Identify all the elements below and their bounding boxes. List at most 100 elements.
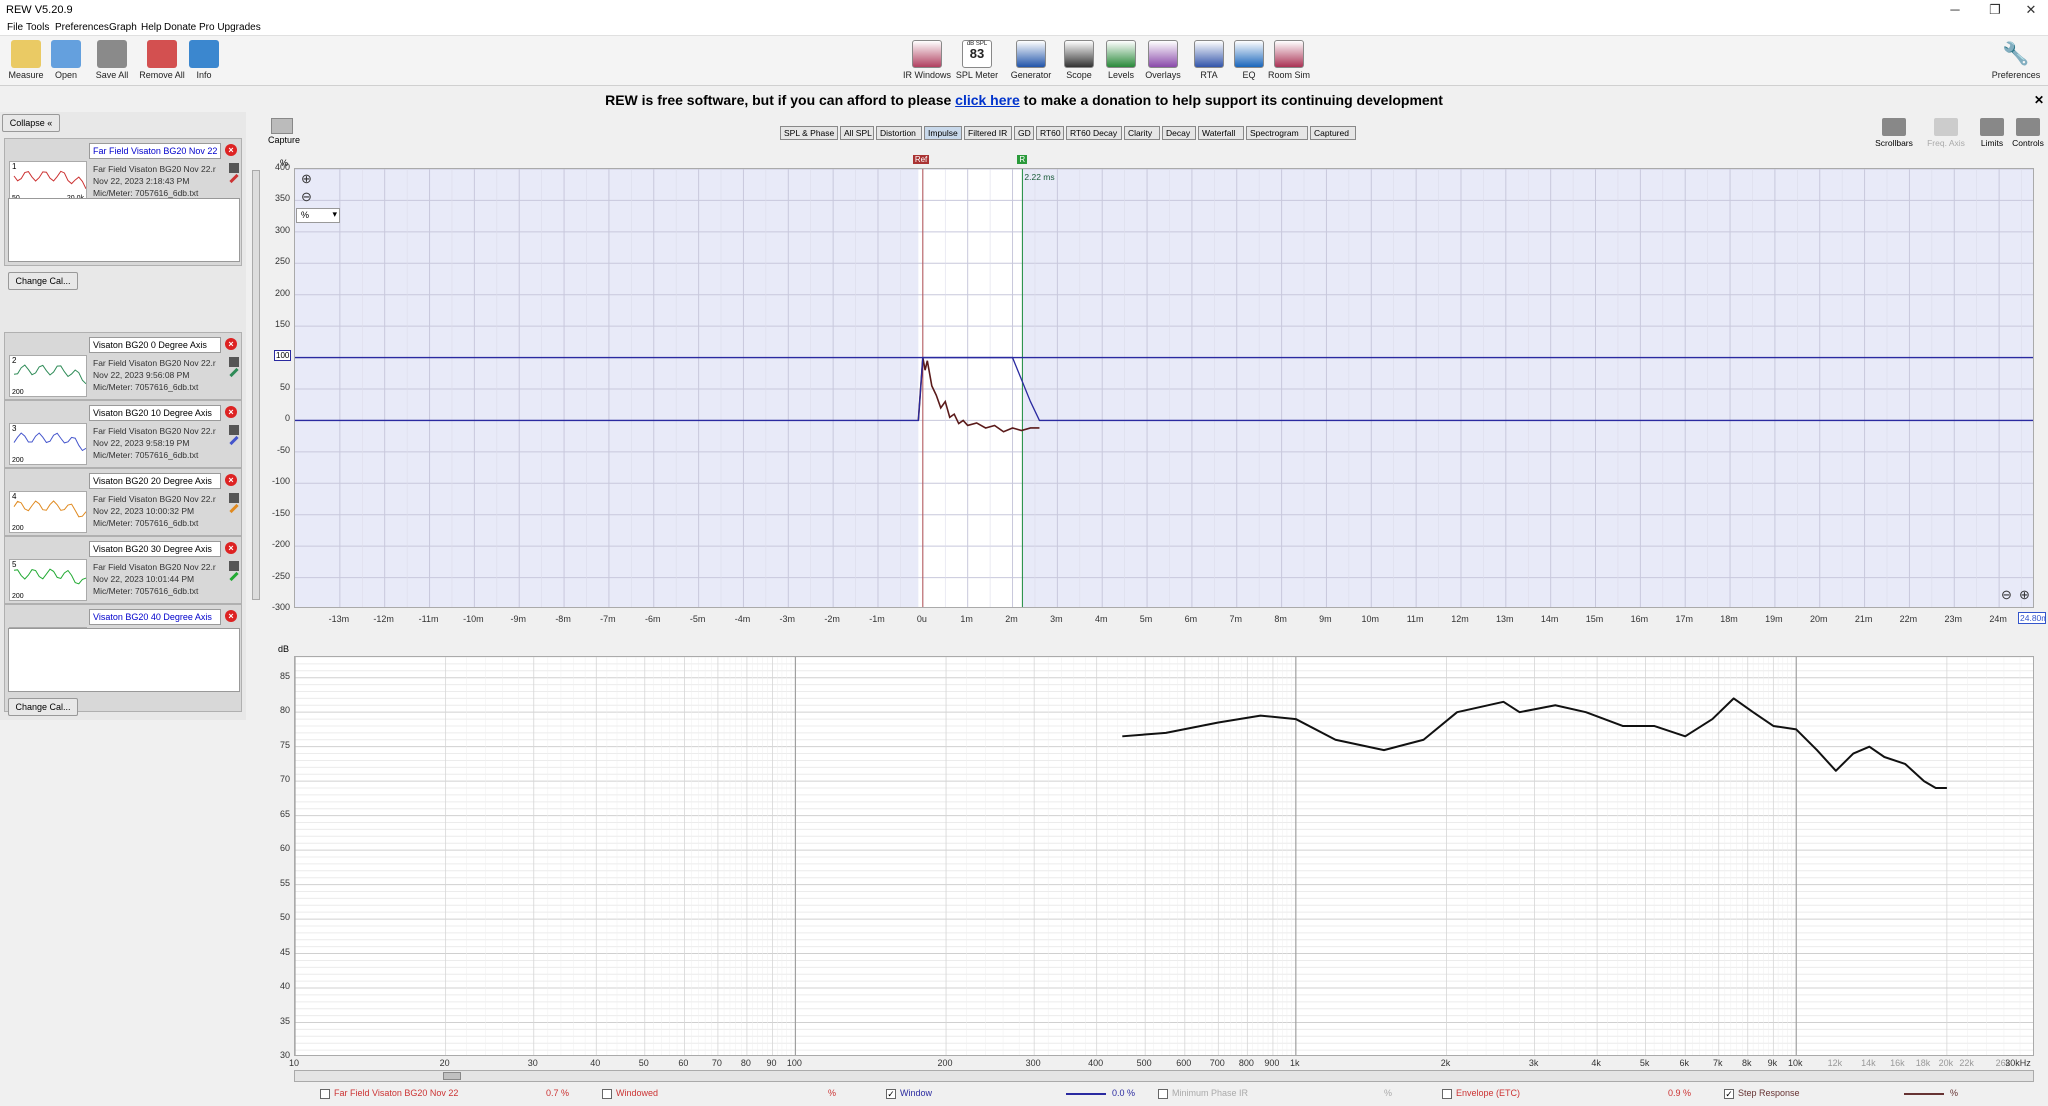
tab-rt60[interactable]: RT60 <box>1036 126 1064 140</box>
measurement-thumbnail[interactable]: 2 200 <box>9 355 87 397</box>
tab-captured[interactable]: Captured <box>1310 126 1356 140</box>
spl-y-tick: 65 <box>279 808 290 819</box>
freq-axis-button[interactable]: Freq. Axis <box>1924 118 1968 148</box>
controls-button[interactable]: Controls <box>2006 118 2048 148</box>
ref-marker[interactable]: Ref <box>912 155 930 164</box>
measurement-name-field[interactable]: Visaton BG20 40 Degree Axis <box>89 609 221 625</box>
pen-icon[interactable] <box>229 571 239 582</box>
chart-icon[interactable] <box>229 163 239 173</box>
restore-icon[interactable]: ❐ <box>1980 2 2010 18</box>
measurement-notes[interactable] <box>8 198 240 262</box>
limits-icon <box>1980 118 2004 136</box>
spl-y-tick: 75 <box>279 739 290 750</box>
measurement-thumbnail[interactable]: 15020.0k <box>9 161 87 203</box>
donate-link[interactable]: click here <box>955 92 1020 108</box>
tab-gd[interactable]: GD <box>1014 126 1034 140</box>
vertical-scrollbar[interactable] <box>252 170 260 600</box>
chart-icon[interactable] <box>229 561 239 571</box>
tab-distortion[interactable]: Distortion <box>876 126 922 140</box>
minimize-icon[interactable]: ─ <box>1940 2 1970 18</box>
measurement-name-field[interactable]: Visaton BG20 30 Degree Axis <box>89 541 221 557</box>
pen-icon[interactable] <box>229 367 239 378</box>
x-end-readout[interactable]: 24.80m <box>2018 612 2046 624</box>
remove-measurement-icon[interactable]: × <box>225 406 237 418</box>
measurement-name-field[interactable]: Visaton BG20 20 Degree Axis <box>89 473 221 489</box>
tab-all-spl[interactable]: All SPL <box>840 126 874 140</box>
pen-icon[interactable] <box>229 503 239 514</box>
pen-icon[interactable] <box>229 173 239 184</box>
checkbox-icon[interactable] <box>602 1088 612 1099</box>
open-button[interactable]: Open <box>40 40 92 80</box>
tab-spl-phase[interactable]: SPL & Phase <box>780 126 838 140</box>
checkbox-checked-icon[interactable]: ✓ <box>1724 1088 1734 1099</box>
legend-item[interactable]: Far Field Visaton BG20 Nov 22 0.7 % <box>320 1088 569 1099</box>
close-icon[interactable]: ✕ <box>2016 2 2046 18</box>
save-all-button[interactable]: Save All <box>86 40 138 80</box>
change-cal-button[interactable]: Change Cal... <box>8 272 78 290</box>
measurement-thumbnail[interactable]: 3 200 <box>9 423 87 465</box>
remove-measurement-icon[interactable]: × <box>225 144 237 156</box>
tab-waterfall[interactable]: Waterfall <box>1198 126 1244 140</box>
chart-icon[interactable] <box>229 493 239 503</box>
menu-graph[interactable]: Graph <box>109 22 137 33</box>
chart-icon[interactable] <box>229 425 239 435</box>
spl-meter-button[interactable]: dB SPL 83 SPL Meter <box>948 40 1006 80</box>
checkbox-checked-icon[interactable]: ✓ <box>886 1088 896 1099</box>
tab-clarity[interactable]: Clarity <box>1124 126 1160 140</box>
unit-select[interactable]: % ▾ <box>296 208 340 223</box>
measurement-item[interactable]: Visaton BG20 30 Degree Axis × 5 200 Far Fiel… <box>4 536 242 604</box>
info-button[interactable]: Info <box>178 40 230 80</box>
menu-preferences[interactable]: Preferences <box>55 22 109 33</box>
tab-filtered-ir[interactable]: Filtered IR <box>964 126 1012 140</box>
measurement-item[interactable]: Visaton BG20 10 Degree Axis × 3 200 Far Fiel… <box>4 400 242 468</box>
remove-measurement-icon[interactable]: × <box>225 474 237 486</box>
checkbox-icon[interactable] <box>320 1088 330 1099</box>
measurement-name-field[interactable]: Visaton BG20 0 Degree Axis <box>89 337 221 353</box>
sine-wave-icon <box>1016 40 1046 68</box>
legend-item[interactable]: Envelope (ETC) 0.9 % <box>1442 1088 1691 1099</box>
legend-item[interactable]: Minimum Phase IR% <box>1158 1088 1392 1099</box>
impulse-plot[interactable]: ⊕ ⊖ ⊖ ⊕ <box>294 168 2034 608</box>
room-sim-button[interactable]: Room Sim <box>1260 40 1318 80</box>
legend-item[interactable]: ✓ Window 0.0 % <box>886 1088 1135 1099</box>
measurement-name-field[interactable]: Visaton BG20 10 Degree Axis <box>89 405 221 421</box>
chart-icon[interactable] <box>229 357 239 367</box>
tab-rt60-decay[interactable]: RT60 Decay <box>1066 126 1122 140</box>
impulse-x-tick: -4m <box>734 614 751 624</box>
change-cal-button[interactable]: Change Cal... <box>8 698 78 716</box>
measurement-thumbnail[interactable]: 5 200 <box>9 559 87 601</box>
pen-icon[interactable] <box>229 435 239 446</box>
scrollbars-button[interactable]: Scrollbars <box>1872 118 1916 148</box>
capture-button[interactable]: Capture <box>268 118 300 146</box>
measurement-item[interactable]: Visaton BG20 0 Degree Axis × 2 200 Far Field… <box>4 332 242 400</box>
remove-measurement-icon[interactable]: × <box>225 338 237 350</box>
preferences-button[interactable]: 🔧 Preferences <box>1986 40 2046 80</box>
tab-impulse[interactable]: Impulse <box>924 126 962 140</box>
menu-tools[interactable]: Tools <box>26 22 49 33</box>
collapse-button[interactable]: Collapse « <box>2 114 60 132</box>
legend-item[interactable]: ✓ Step Response% <box>1724 1088 1958 1099</box>
menu-file[interactable]: File <box>7 22 23 33</box>
legend-item[interactable]: Windowed% <box>602 1088 836 1099</box>
zoom-in-icon: ⊕ <box>301 171 312 186</box>
checkbox-icon[interactable] <box>1158 1088 1168 1099</box>
spl-plot[interactable] <box>294 656 2034 1056</box>
measurement-item[interactable]: Visaton BG20 20 Degree Axis × 4 200 Far Fiel… <box>4 468 242 536</box>
tab-spectrogram[interactable]: Spectrogram <box>1246 126 1308 140</box>
measurement-name-field[interactable]: Far Field Visaton BG20 Nov 22 <box>89 143 221 159</box>
remove-measurement-icon[interactable]: × <box>225 610 237 622</box>
scrollbar-thumb[interactable] <box>443 1072 461 1080</box>
tab-decay[interactable]: Decay <box>1162 126 1196 140</box>
menu-help[interactable]: Help <box>141 22 162 33</box>
menu-pro-upgrades[interactable]: Pro Upgrades <box>199 22 261 33</box>
measurement-thumbnail[interactable]: 4 200 <box>9 491 87 533</box>
right-window-marker[interactable]: R <box>1017 155 1028 164</box>
menu-donate[interactable]: Donate <box>164 22 196 33</box>
banner-close-icon[interactable]: ✕ <box>2034 88 2044 112</box>
checkbox-icon[interactable] <box>1442 1088 1452 1099</box>
measurement-notes[interactable] <box>8 628 240 692</box>
horizontal-scrollbar[interactable] <box>294 1070 2034 1082</box>
spl-x-tick: 500 <box>1136 1058 1152 1068</box>
level-marker[interactable]: 100 <box>274 349 292 361</box>
remove-measurement-icon[interactable]: × <box>225 542 237 554</box>
